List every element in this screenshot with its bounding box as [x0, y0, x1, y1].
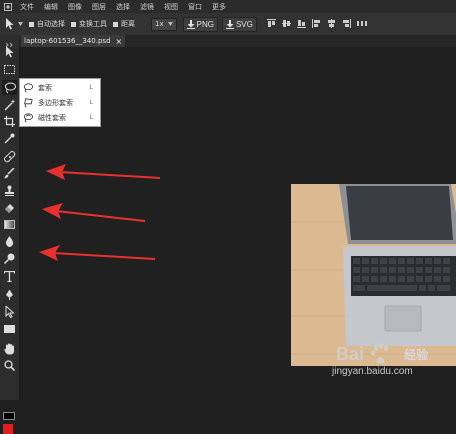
annotation-arrow — [42, 203, 146, 222]
background-color-swatch[interactable] — [3, 424, 13, 434]
foreground-color-swatch[interactable] — [3, 412, 15, 420]
watermark-brand: 经验 — [404, 348, 429, 362]
laptop-photo — [291, 184, 456, 366]
annotation-arrow — [46, 164, 161, 180]
svg-text:Bai: Bai — [336, 344, 364, 364]
watermark-url: jingyan.baidu.com — [332, 366, 413, 377]
baidu-paw-logo: Bai — [336, 343, 388, 364]
annotation-arrow — [39, 245, 156, 261]
document-canvas[interactable] — [291, 184, 456, 366]
baidu-jingyan-watermark: Bai 经验 jingyan.baidu.com — [330, 342, 456, 400]
